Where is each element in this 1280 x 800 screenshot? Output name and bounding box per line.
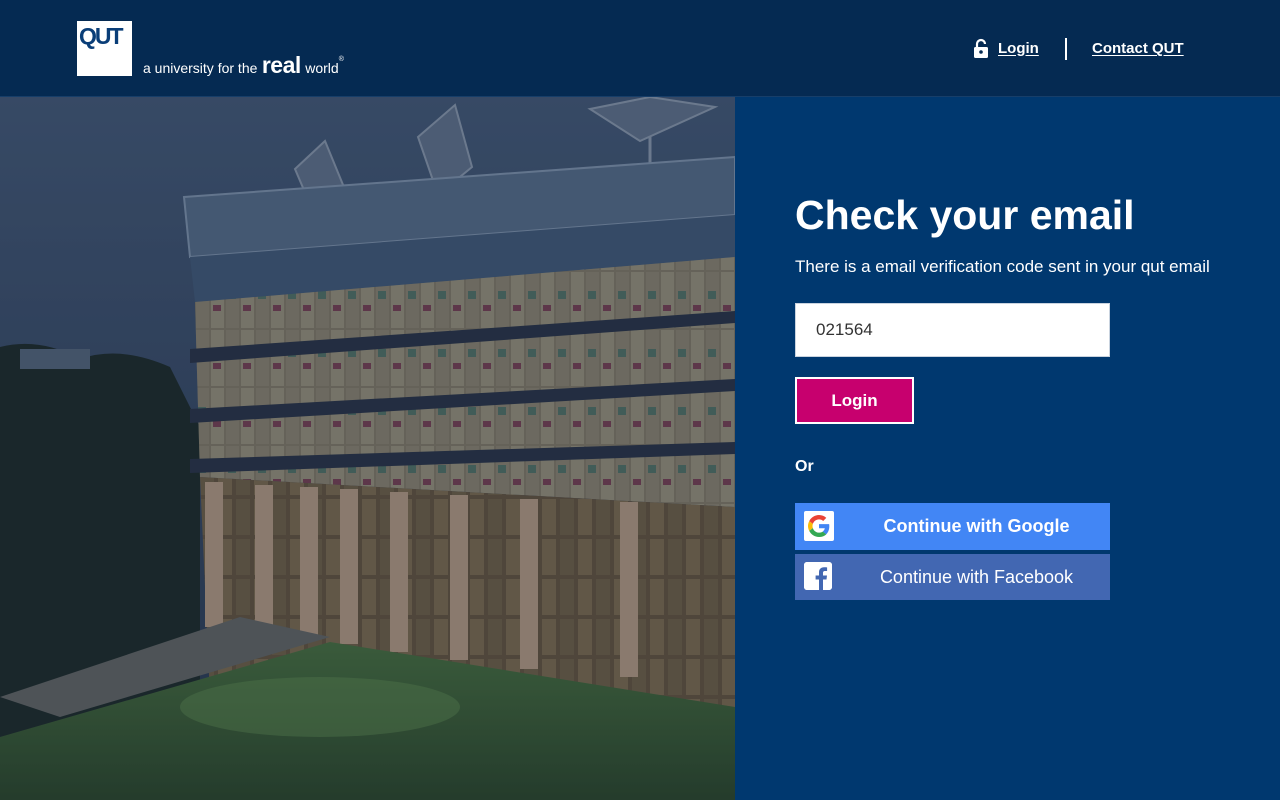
nav-contact-link[interactable]: Contact QUT [1092,40,1184,57]
registered-mark: ® [338,56,344,63]
verification-code-input[interactable] [795,303,1110,357]
tagline-prefix: a university for the [143,60,258,76]
nav-login-link[interactable]: Login [973,38,1039,58]
logo-text: QUT [79,23,124,49]
login-button[interactable]: Login [795,377,914,424]
facebook-icon [804,562,832,590]
nav-divider [1065,38,1067,60]
page-subtitle: There is a email verification code sent … [795,257,1210,276]
campus-hero-image [0,97,735,800]
tagline-emphasis: real [261,52,301,78]
verification-panel: Check your email There is a email verifi… [735,97,1280,800]
google-button-label: Continue with Google [883,516,1070,536]
nav-login-label[interactable]: Login [998,40,1039,57]
tagline: a university for the real world® [143,52,344,79]
page-title: Check your email [795,192,1135,238]
tagline-suffix: world [305,60,339,76]
lock-icon [974,38,988,58]
google-icon [804,511,834,541]
or-separator: Or [795,458,814,475]
facebook-button-label: Continue with Facebook [879,566,1074,587]
site-header: QUT a university for the real world® Log… [0,0,1280,97]
continue-with-google-button[interactable]: Continue with Google [795,503,1110,550]
continue-with-facebook-button[interactable]: Continue with Facebook [795,554,1110,600]
qut-logo[interactable]: QUT [77,21,132,76]
campus-building-illustration [0,97,735,800]
